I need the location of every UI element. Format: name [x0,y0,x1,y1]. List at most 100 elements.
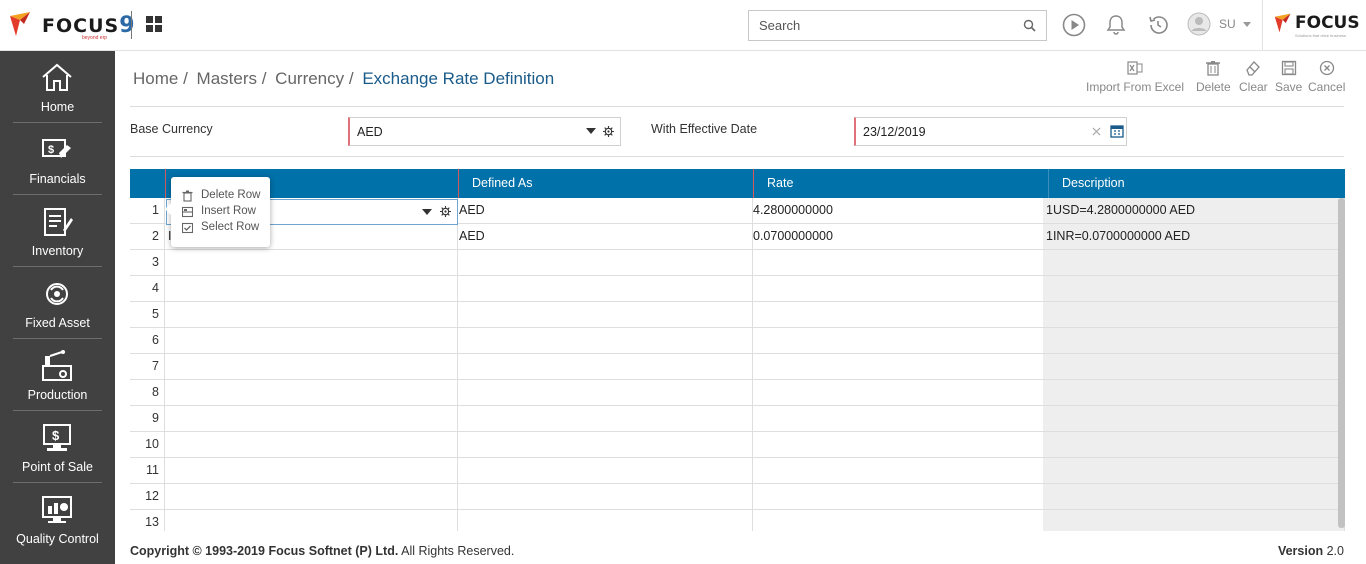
currency-cell[interactable] [165,380,458,405]
defined-as-cell[interactable] [458,510,753,531]
gear-icon[interactable] [603,126,614,137]
rate-cell[interactable] [753,302,1048,327]
sidebar-item-production[interactable]: Production [13,339,102,411]
rate-cell[interactable] [753,354,1048,379]
table-row[interactable]: 13 [130,510,1345,531]
table-row[interactable]: 11 [130,458,1345,484]
sidebar-item-point-of-sale[interactable]: $ Point of Sale [13,411,102,483]
currency-cell[interactable] [165,328,458,353]
rate-cell[interactable] [753,406,1048,431]
search-box[interactable] [748,10,1047,41]
defined-as-cell[interactable] [458,458,753,483]
effective-date-field[interactable]: 23/12/2019 [854,117,1127,146]
clear-button[interactable]: Clear [1239,60,1268,94]
table-row[interactable]: 2 I AED 0.0700000000 1INR=0.0700000000 AED [130,224,1345,250]
calendar-icon[interactable] [1110,124,1124,138]
currency-cell[interactable] [165,354,458,379]
defined-as-cell[interactable] [458,432,753,457]
description-cell[interactable] [1043,458,1345,483]
currency-cell[interactable] [165,510,458,531]
rate-cell[interactable] [753,276,1048,301]
table-row[interactable]: 5 [130,302,1345,328]
currency-cell[interactable] [165,406,458,431]
sidebar-item-inventory[interactable]: Inventory [13,195,102,267]
description-cell[interactable] [1043,302,1345,327]
sidebar-item-fixed-asset[interactable]: Fixed Asset [13,267,102,339]
rate-cell[interactable] [753,250,1048,275]
grid-scrollbar[interactable] [1338,198,1345,528]
rate-cell[interactable]: 0.0700000000 [753,224,1048,249]
rate-cell[interactable] [753,432,1048,457]
play-icon[interactable] [1062,13,1086,37]
column-header-rate[interactable]: Rate [754,169,1048,198]
base-currency-field[interactable]: AED [348,117,621,146]
breadcrumb-masters[interactable]: Masters / [197,69,267,88]
table-row[interactable]: 3 [130,250,1345,276]
logo-sub: beyond erp [82,35,108,41]
gear-icon[interactable] [440,206,451,217]
user-menu[interactable]: SU [1187,12,1253,38]
dropdown-arrow-icon[interactable] [422,209,432,215]
defined-as-cell[interactable] [458,406,753,431]
currency-cell[interactable] [165,458,458,483]
table-row[interactable]: 12 [130,484,1345,510]
bell-icon[interactable] [1104,13,1128,37]
description-cell[interactable] [1043,406,1345,431]
description-cell[interactable] [1043,380,1345,405]
delete-button[interactable]: Delete [1196,60,1231,94]
description-cell[interactable] [1043,432,1345,457]
defined-as-cell[interactable]: AED [458,224,753,249]
description-cell[interactable] [1043,328,1345,353]
currency-cell[interactable] [165,432,458,457]
description-cell[interactable] [1043,250,1345,275]
defined-as-cell[interactable] [458,276,753,301]
rate-cell[interactable] [753,510,1048,531]
history-icon[interactable] [1146,13,1170,37]
currency-cell[interactable] [165,302,458,327]
clear-date-icon[interactable] [1092,127,1101,136]
column-header-description[interactable]: Description [1049,169,1345,198]
description-cell[interactable] [1043,510,1345,531]
table-row[interactable]: 9 [130,406,1345,432]
table-row[interactable]: 4 [130,276,1345,302]
description-cell[interactable] [1043,484,1345,509]
defined-as-cell[interactable] [458,250,753,275]
rate-cell[interactable] [753,328,1048,353]
breadcrumb-currency[interactable]: Currency / [275,69,353,88]
search-icon[interactable] [1023,19,1036,32]
rate-cell[interactable] [753,380,1048,405]
table-row[interactable]: 8 [130,380,1345,406]
defined-as-cell[interactable] [458,302,753,327]
description-cell[interactable]: 1INR=0.0700000000 AED [1043,224,1345,249]
defined-as-cell[interactable] [458,354,753,379]
cancel-button[interactable]: Cancel [1308,60,1345,94]
table-row[interactable]: 10 [130,432,1345,458]
sidebar-item-financials[interactable]: $ Financials [13,123,102,195]
currency-cell[interactable] [165,484,458,509]
table-row[interactable]: 6 [130,328,1345,354]
search-input[interactable] [749,11,1009,40]
save-button[interactable]: Save [1275,60,1302,94]
table-row[interactable]: 7 [130,354,1345,380]
dropdown-arrow-icon[interactable] [586,128,596,134]
description-cell[interactable] [1043,354,1345,379]
rate-cell[interactable] [753,484,1048,509]
defined-as-cell[interactable] [458,380,753,405]
currency-cell[interactable] [165,276,458,301]
breadcrumb-home[interactable]: Home / [133,69,188,88]
import-from-excel-button[interactable]: Import From Excel [1086,60,1184,94]
sidebar-item-home[interactable]: Home [13,51,102,123]
sidebar-item-quality-control[interactable]: Quality Control [13,483,102,555]
defined-as-cell[interactable] [458,484,753,509]
description-cell[interactable] [1043,276,1345,301]
rate-cell[interactable]: 4.2800000000 [753,198,1048,223]
defined-as-cell[interactable] [458,328,753,353]
svg-text:$: $ [52,428,60,443]
column-header-defined-as[interactable]: Defined As [459,169,752,198]
focus9-logo[interactable]: FOCUS9 beyond erp [8,10,134,41]
description-cell[interactable]: 1USD=4.2800000000 AED [1043,198,1345,223]
rate-cell[interactable] [753,458,1048,483]
app-grid-icon[interactable] [146,16,162,32]
defined-as-cell[interactable]: AED [458,198,753,223]
currency-cell[interactable] [165,250,458,275]
